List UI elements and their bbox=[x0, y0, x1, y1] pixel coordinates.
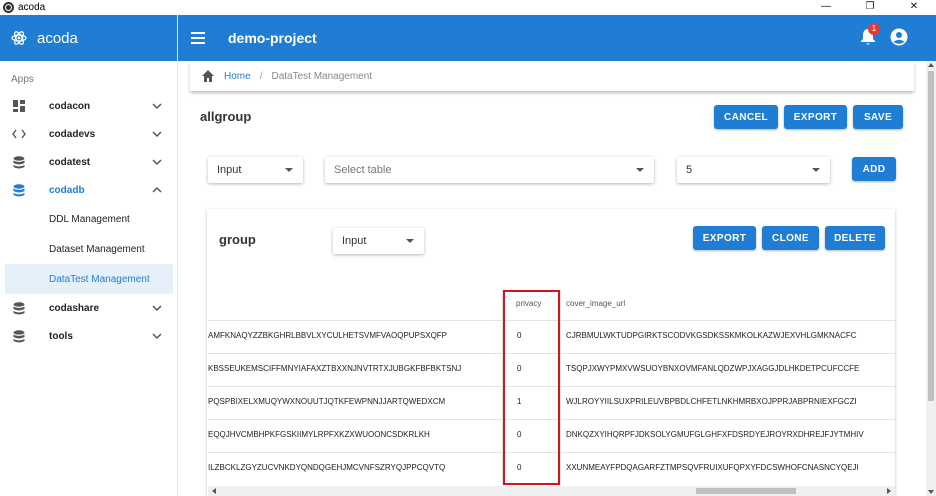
vertical-scroll-thumb[interactable] bbox=[928, 71, 934, 401]
scroll-left-icon[interactable] bbox=[212, 488, 216, 494]
clone-button[interactable]: CLONE bbox=[762, 226, 819, 250]
dropdown-caret-icon bbox=[812, 168, 820, 172]
database-icon bbox=[12, 183, 26, 197]
sidebar-subitem-ddl-management[interactable]: DDL Management bbox=[0, 204, 177, 234]
code-icon bbox=[12, 127, 26, 141]
sidebar-item-codadevs[interactable]: codadevs bbox=[0, 120, 177, 148]
restore-button[interactable]: ❐ bbox=[848, 0, 892, 15]
table-cell-cover-image-url[interactable]: DNKQZXYIHQRPFJDKSOLYGMUFGLGHFXFDSRDYEJRO… bbox=[566, 429, 864, 441]
chevron-up-icon bbox=[152, 186, 162, 193]
delete-button[interactable]: DELETE bbox=[825, 226, 885, 250]
table-select-placeholder: Select table bbox=[334, 164, 392, 176]
brand-name: acoda bbox=[37, 29, 78, 47]
chevron-down-icon bbox=[152, 103, 162, 110]
scroll-right-icon[interactable] bbox=[887, 488, 891, 494]
home-icon bbox=[202, 70, 214, 82]
close-window-button[interactable]: ✕ bbox=[892, 0, 936, 15]
app-logo-icon bbox=[3, 2, 14, 13]
horizontal-scrollbar[interactable] bbox=[208, 486, 895, 496]
type-select[interactable]: Input bbox=[208, 157, 303, 183]
table-cell-partial[interactable]: KBSSEUKEMSCIFFMNYIAFAXZTBXXNJNVTRTXJUBGK… bbox=[208, 363, 461, 375]
group-title: group bbox=[219, 232, 256, 247]
table-cell-partial[interactable]: PQSPBIXELXMUQYWXNOUUTJQTKFEWPNNJJARTQWED… bbox=[208, 396, 445, 408]
sidebar-item-codashare[interactable]: codashare bbox=[0, 294, 177, 322]
sidebar-section-apps: Apps bbox=[11, 74, 34, 85]
table-cell-cover-image-url[interactable]: WJLROYYIILSUXPRILEUVBPBDLCHFETLNKHMRBXOJ… bbox=[566, 396, 857, 408]
breadcrumb-home-link[interactable]: Home bbox=[224, 71, 251, 82]
column-header-cover-image-url[interactable]: cover_image_url bbox=[566, 290, 625, 320]
vertical-scrollbar[interactable] bbox=[926, 61, 936, 496]
window-title: acoda bbox=[18, 2, 46, 13]
breadcrumb: Home / DataTest Management bbox=[190, 61, 914, 91]
cancel-button[interactable]: CANCEL bbox=[714, 105, 778, 129]
group-type-select-value: Input bbox=[342, 235, 367, 247]
count-select-value: 5 bbox=[686, 164, 693, 176]
database-icon bbox=[12, 329, 26, 343]
page-title: allgroup bbox=[200, 109, 252, 124]
export-all-button[interactable]: EXPORT bbox=[784, 105, 847, 129]
sidebar-item-codacon[interactable]: codacon bbox=[0, 92, 177, 120]
table-cell-partial[interactable]: EQQJHVCMBHPKFGSKIIMYLRPFXKZXWUOONCSDKRLK… bbox=[208, 429, 430, 441]
top-app-bar: demo-project 1 bbox=[178, 15, 936, 61]
sidebar-item-label: codadb bbox=[49, 184, 85, 196]
window-titlebar: acoda — ❐ ✕ bbox=[0, 0, 936, 15]
hamburger-menu-icon[interactable] bbox=[191, 32, 205, 44]
scroll-down-icon[interactable] bbox=[928, 490, 934, 494]
group-export-button[interactable]: EXPORT bbox=[693, 226, 756, 250]
sidebar-item-label: codacon bbox=[49, 100, 91, 112]
dropdown-caret-icon bbox=[406, 239, 414, 243]
dropdown-caret-icon bbox=[636, 168, 644, 172]
privacy-column-highlight bbox=[503, 290, 560, 485]
breadcrumb-separator: / bbox=[259, 70, 263, 82]
add-button[interactable]: ADD bbox=[852, 157, 896, 181]
chevron-down-icon bbox=[152, 131, 162, 138]
group-type-select[interactable]: Input bbox=[333, 228, 424, 254]
save-button[interactable]: SAVE bbox=[853, 105, 903, 129]
sidebar-item-label: codadevs bbox=[49, 128, 96, 140]
table-cell-partial[interactable]: AMFKNAQYZZBKGHRLBBVLXYCULHETSVMFVAOQPUPS… bbox=[208, 330, 447, 342]
sidebar-subitem-dataset-management[interactable]: Dataset Management bbox=[0, 234, 177, 264]
database-icon bbox=[12, 155, 26, 169]
sidebar-item-tools[interactable]: tools bbox=[0, 322, 177, 350]
account-icon[interactable] bbox=[890, 28, 908, 46]
sidebar-subitem-datatest-management[interactable]: DataTest Management bbox=[5, 264, 173, 294]
chevron-down-icon bbox=[152, 333, 162, 340]
type-select-value: Input bbox=[217, 164, 242, 176]
atom-logo-icon bbox=[11, 31, 27, 45]
table-select[interactable]: Select table bbox=[325, 157, 654, 183]
project-name: demo-project bbox=[228, 30, 317, 46]
chevron-down-icon bbox=[152, 305, 162, 312]
table-cell-partial[interactable]: ILZBCKLZGYZUCVNKDYQNDQGEHJMCVNFSZRYQJPPC… bbox=[208, 462, 445, 474]
count-select[interactable]: 5 bbox=[677, 157, 830, 183]
horizontal-scroll-thumb[interactable] bbox=[696, 488, 796, 494]
sidebar-item-label: codatest bbox=[49, 156, 91, 168]
dashboard-icon bbox=[12, 99, 26, 113]
sidebar: acoda Apps codacon codadevs codatest cod… bbox=[0, 15, 178, 496]
sidebar-item-codadb[interactable]: codadb bbox=[0, 176, 177, 204]
dropdown-caret-icon bbox=[285, 168, 293, 172]
table-cell-cover-image-url[interactable]: TSQPJXWYPMXVWSUOYBNXOVMFANLQDZWPJXAGGJDL… bbox=[566, 363, 859, 375]
sidebar-item-codatest[interactable]: codatest bbox=[0, 148, 177, 176]
breadcrumb-current: DataTest Management bbox=[271, 70, 373, 82]
chevron-down-icon bbox=[152, 159, 162, 166]
minimize-button[interactable]: — bbox=[804, 0, 848, 15]
table-cell-cover-image-url[interactable]: XXUNMEAYFPDQAGARFZTMPSQVFRUIXUFQPXYFDCSW… bbox=[566, 462, 859, 474]
database-icon bbox=[12, 301, 26, 315]
scroll-up-icon[interactable] bbox=[928, 63, 934, 67]
window-controls: — ❐ ✕ bbox=[804, 0, 936, 15]
notification-badge: 1 bbox=[868, 23, 880, 35]
brand-header[interactable]: acoda bbox=[0, 15, 177, 61]
sidebar-item-label: codashare bbox=[49, 302, 100, 314]
table-cell-cover-image-url[interactable]: CJRBMULWKTUDPGIRKTSCODVKGSDKSSKMKOLKAZWJ… bbox=[566, 330, 857, 342]
sidebar-item-label: tools bbox=[49, 330, 73, 342]
